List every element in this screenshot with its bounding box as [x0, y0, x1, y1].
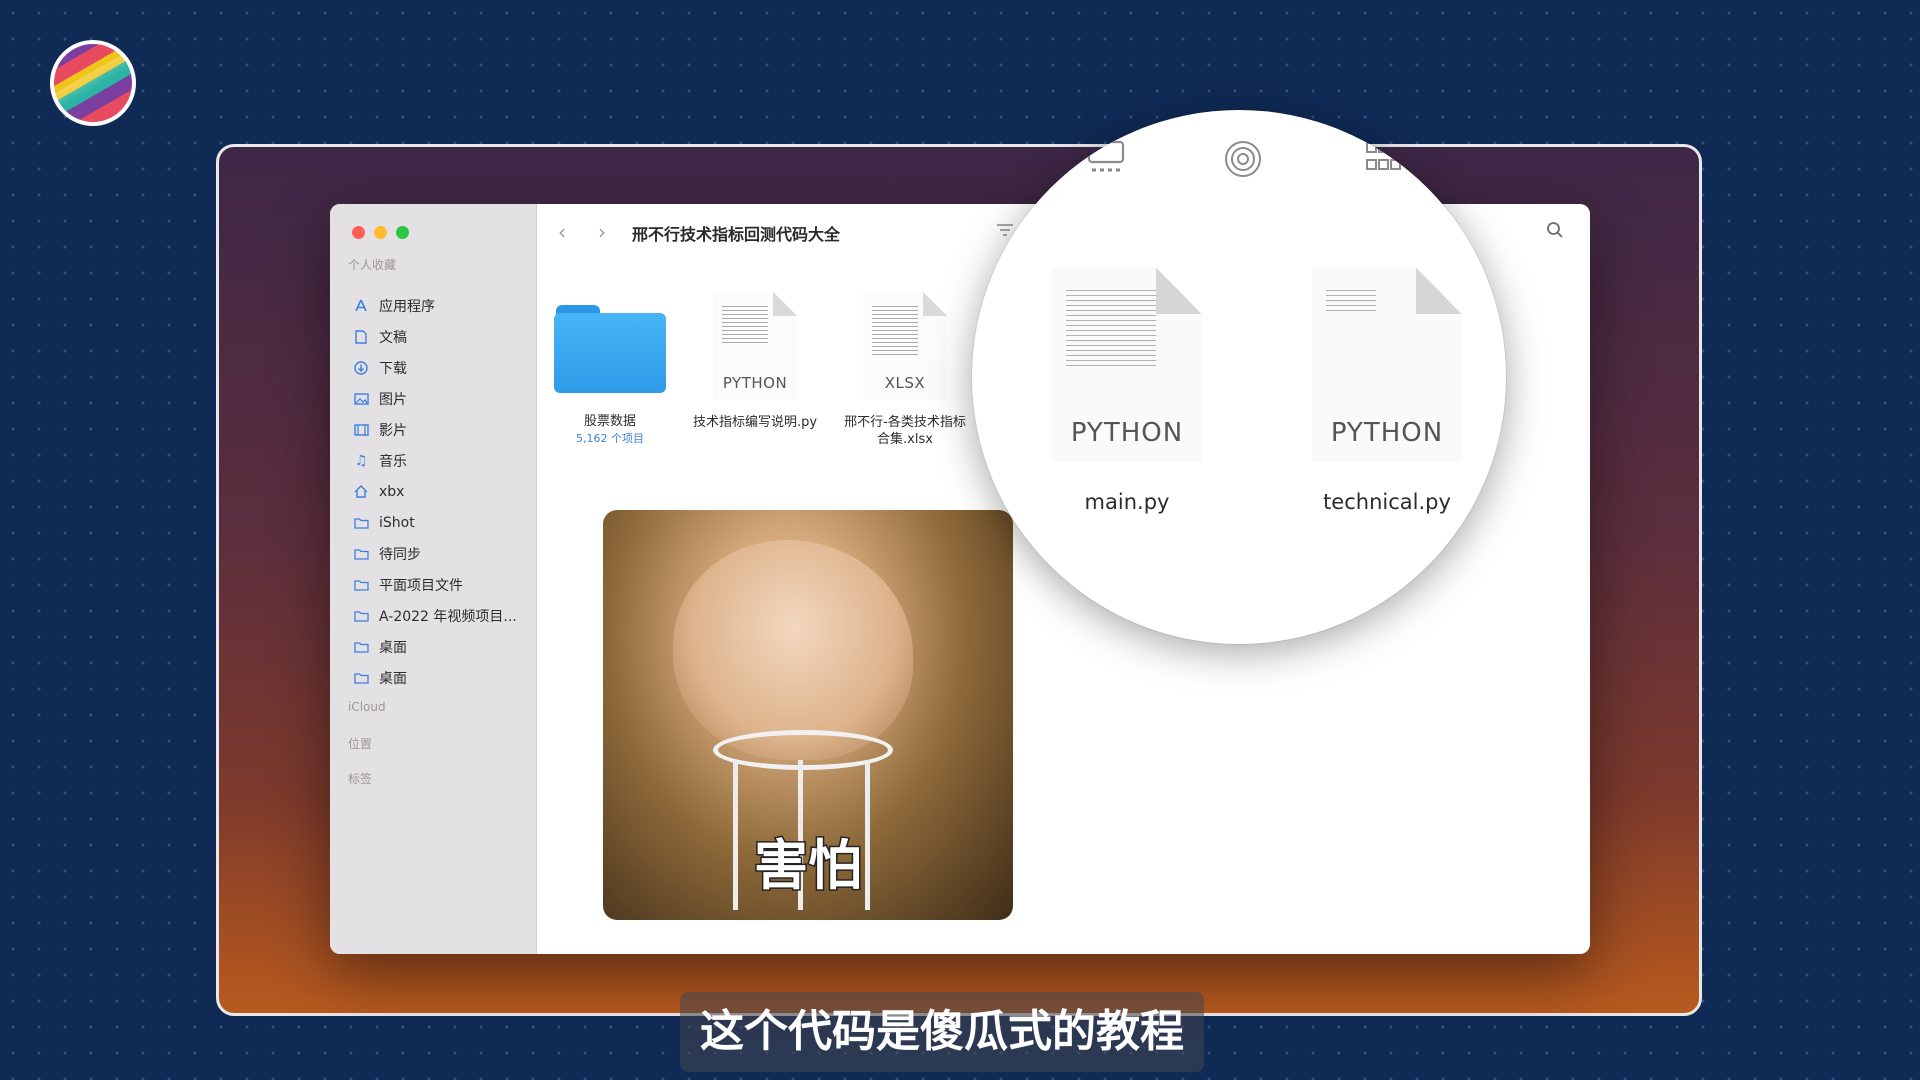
sidebar-item-label: 文稿 — [379, 329, 407, 346]
search-icon[interactable] — [1546, 221, 1564, 243]
meme-image: 害怕 — [603, 510, 1013, 920]
zoom-button[interactable] — [396, 226, 409, 239]
favorites-header: 个人收藏 — [348, 258, 397, 272]
file-type-tag: XLSX — [884, 374, 926, 392]
sidebar-item-label: 桌面 — [379, 639, 407, 656]
sidebar-item-label: 待同步 — [379, 546, 421, 563]
document-icon — [350, 329, 372, 344]
sidebar-item-home[interactable]: xbx — [350, 476, 517, 507]
file-type-tag: PYTHON — [1070, 418, 1184, 448]
sidebar-item-applications[interactable]: 应用程序 — [350, 290, 517, 321]
back-button[interactable]: ‹ — [558, 220, 566, 244]
file-type-tag: PYTHON — [1330, 418, 1444, 448]
python-file-icon: PYTHON — [1312, 268, 1462, 462]
file-name: 邢不行-各类技术指标 — [844, 415, 966, 430]
file-item-indicator-guide[interactable]: PYTHON 技术指标编写说明.py — [680, 292, 830, 431]
xlsx-file-icon: XLSX — [863, 292, 947, 400]
file-item-stock-data-folder[interactable]: 股票数据 5,162 个项目 — [540, 299, 680, 446]
window-controls — [352, 226, 409, 239]
file-name: 技术指标编写说明.py — [692, 415, 818, 430]
sidebar-item-desktop-2[interactable]: 桌面 — [350, 662, 517, 693]
python-file-icon: PYTHON — [713, 292, 797, 400]
film-icon — [350, 423, 372, 436]
tags-header[interactable]: 标签 — [348, 770, 372, 787]
file-name: 股票数据 — [583, 414, 636, 429]
meme-caption: 害怕 — [753, 833, 864, 899]
locations-header[interactable]: 位置 — [348, 735, 372, 752]
file-item-indicator-collection[interactable]: XLSX 邢不行-各类技术指标 合集.xlsx — [830, 292, 980, 448]
folder-icon — [350, 579, 372, 591]
sidebar-item-desktop[interactable]: 桌面 — [350, 631, 517, 662]
channel-logo — [50, 40, 136, 126]
window-title: 邢不行技术指标回测代码大全 — [632, 225, 841, 244]
sidebar-item-graphic-projects[interactable]: 平面项目文件 — [350, 569, 517, 600]
sidebar-item-label: 应用程序 — [379, 298, 435, 315]
sidebar-item-music[interactable]: ♫ 音乐 — [350, 445, 517, 476]
folder-icon — [350, 641, 372, 653]
folder-icon — [350, 548, 372, 560]
sidebar-item-pending-sync[interactable]: 待同步 — [350, 538, 517, 569]
sidebar-item-label: 影片 — [379, 422, 407, 439]
sidebar-item-ishot[interactable]: iShot — [350, 507, 517, 538]
sidebar-item-label: 音乐 — [379, 453, 407, 470]
video-subtitle: 这个代码是傻瓜式的教程 — [680, 992, 1204, 1072]
airdrop-icon — [1224, 140, 1262, 182]
sidebar-item-documents[interactable]: 文稿 — [350, 321, 517, 352]
icloud-header[interactable]: iCloud — [348, 700, 386, 714]
music-icon: ♫ — [354, 452, 368, 469]
file-type-tag: PYTHON — [722, 374, 788, 392]
sidebar-item-label: xbx — [379, 483, 405, 500]
download-icon — [350, 360, 372, 375]
display-icon — [1086, 140, 1126, 178]
sidebar-item-pictures[interactable]: 图片 — [350, 383, 517, 414]
sidebar-item-label: iShot — [379, 514, 415, 531]
folder-icon — [350, 610, 372, 622]
sidebar-item-downloads[interactable]: 下载 — [350, 352, 517, 383]
file-name: main.py — [1084, 490, 1170, 514]
close-button[interactable] — [352, 226, 365, 239]
favorites-list: 应用程序 文稿 下载 图片 影片 ♫ 音乐 xbx iShot 待同步 平面项目… — [350, 290, 517, 693]
sidebar-item-movies[interactable]: 影片 — [350, 414, 517, 445]
sidebar-item-label: 图片 — [379, 391, 407, 408]
file-name: technical.py — [1323, 490, 1451, 514]
apps-icon — [350, 299, 372, 313]
sidebar: 个人收藏 应用程序 文稿 下载 图片 影片 ♫ 音乐 xbx iShot 待同步… — [330, 204, 537, 954]
file-name-line2: 合集.xlsx — [877, 432, 933, 447]
sidebar-item-video-projects[interactable]: A-2022 年视频项目... — [350, 600, 517, 631]
file-item-technical-py[interactable]: PYTHON technical.py — [1302, 268, 1472, 514]
home-icon — [350, 485, 372, 498]
sidebar-item-label: 下载 — [379, 360, 407, 377]
sidebar-item-label: 平面项目文件 — [379, 577, 463, 594]
photo-icon — [350, 392, 372, 405]
forward-button[interactable]: › — [598, 220, 606, 244]
python-file-icon: PYTHON — [1052, 268, 1202, 462]
folder-icon — [350, 517, 372, 529]
grid-view-icon — [1364, 140, 1402, 178]
folder-icon — [554, 299, 666, 395]
file-item-count: 5,162 个项目 — [576, 432, 644, 445]
folder-icon — [350, 672, 372, 684]
magnifier-lens: PYTHON main.py PYTHON technical.py — [972, 110, 1506, 644]
file-item-main-py[interactable]: PYTHON main.py — [1042, 268, 1212, 514]
sidebar-item-label: 桌面 — [379, 670, 407, 687]
sidebar-item-label: A-2022 年视频项目... — [379, 608, 517, 625]
minimize-button[interactable] — [374, 226, 387, 239]
